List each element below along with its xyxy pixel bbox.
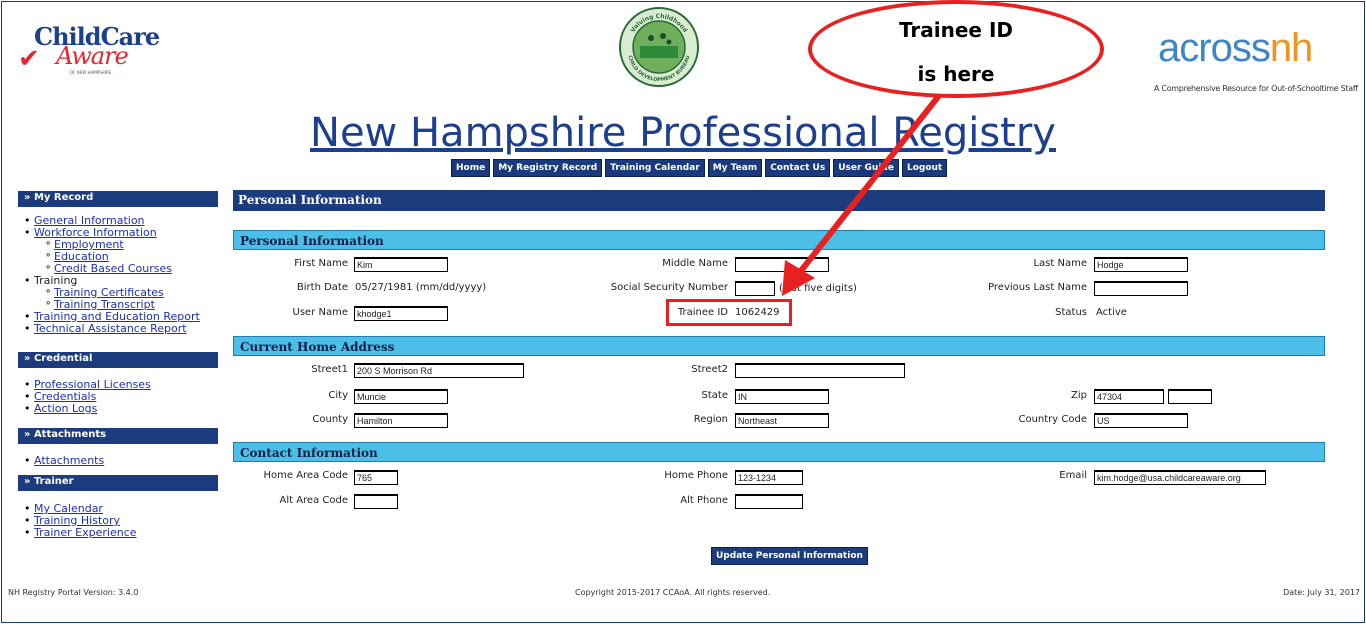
street2-field[interactable] bbox=[735, 363, 905, 378]
zip-label: Zip bbox=[1071, 390, 1087, 401]
site-title[interactable]: New Hampshire Professional Registry bbox=[0, 110, 1366, 156]
callout-line-1: Trainee ID bbox=[898, 18, 1014, 42]
trainee-id-highlight-box bbox=[666, 299, 792, 326]
status-value: Active bbox=[1096, 307, 1127, 318]
street1-field[interactable]: 200 S Morrison Rd bbox=[354, 363, 524, 378]
state-field[interactable]: IN bbox=[735, 389, 829, 404]
sidebar-my-record-list: General Information Workforce Informatio… bbox=[24, 215, 200, 336]
ssn-field[interactable] bbox=[735, 281, 775, 296]
status-label: Status bbox=[1055, 307, 1087, 318]
middle-name-field[interactable] bbox=[735, 257, 829, 272]
alt-phone-field[interactable] bbox=[735, 494, 803, 509]
alt-phone-label: Alt Phone bbox=[680, 495, 728, 506]
logo-subtitle: OF NEW HAMPSHIRE bbox=[70, 70, 112, 75]
region-label: Region bbox=[693, 414, 728, 425]
sidebar-credential-list: Professional Licenses Credentials Action… bbox=[24, 379, 151, 416]
user-name-label: User Name bbox=[292, 307, 348, 318]
previous-last-name-field[interactable] bbox=[1094, 281, 1188, 296]
alt-area-code-label: Alt Area Code bbox=[279, 495, 348, 506]
update-personal-information-button[interactable]: Update Personal Information bbox=[711, 547, 868, 565]
home-phone-label: Home Phone bbox=[664, 470, 728, 481]
top-navigation: Home My Registry Record Training Calenda… bbox=[451, 159, 948, 177]
street1-label: Street1 bbox=[311, 364, 348, 375]
last-name-label: Last Name bbox=[1033, 258, 1087, 269]
first-name-label: First Name bbox=[294, 258, 348, 269]
sidebar-heading-trainer: » Trainer bbox=[18, 475, 218, 491]
section-heading-personal: Personal Information bbox=[233, 230, 1325, 250]
footer-version: NH Registry Portal Version: 3.4.0 bbox=[8, 588, 139, 597]
acrossnh-logo[interactable]: acrossnh A Comprehensive Resource for Ou… bbox=[1150, 26, 1360, 93]
section-heading-contact: Contact Information bbox=[233, 442, 1325, 462]
nav-contact-us-button[interactable]: Contact Us bbox=[765, 159, 831, 177]
country-code-field[interactable]: US bbox=[1094, 413, 1188, 428]
email-label: Email bbox=[1059, 470, 1087, 481]
annotation-callout: Trainee ID is here bbox=[808, 0, 1104, 98]
logo-text-aware: Aware bbox=[56, 42, 129, 70]
nav-user-guide-button[interactable]: User Guide bbox=[833, 159, 899, 177]
sidebar-attachments-list: Attachments bbox=[24, 454, 104, 468]
sidebar-trainer-list: My Calendar Training History Trainer Exp… bbox=[24, 503, 137, 540]
city-label: City bbox=[328, 390, 348, 401]
previous-last-name-label: Previous Last Name bbox=[988, 282, 1087, 293]
acrossnh-wordmark: acrossnh bbox=[1158, 26, 1313, 70]
sidebar-heading-attachments: » Attachments bbox=[18, 428, 218, 444]
ssn-label: Social Security Number bbox=[610, 282, 728, 293]
section-heading-address: Current Home Address bbox=[233, 336, 1325, 356]
county-label: County bbox=[312, 414, 348, 425]
home-area-code-field[interactable]: 765 bbox=[354, 470, 398, 485]
home-area-code-label: Home Area Code bbox=[263, 470, 348, 481]
sidebar-item-technical-assistance-report[interactable]: Technical Assistance Report bbox=[34, 322, 187, 335]
city-field[interactable]: Muncie bbox=[354, 389, 448, 404]
street2-label: Street2 bbox=[691, 364, 728, 375]
last-name-field[interactable]: Hodge bbox=[1094, 257, 1188, 272]
nav-my-registry-record-button[interactable]: My Registry Record bbox=[493, 159, 603, 177]
alt-area-code-field[interactable] bbox=[354, 494, 398, 509]
child-development-bureau-seal: Valuing Childhood CHILD DEVELOPMENT BURE… bbox=[618, 6, 700, 88]
acrossnh-tagline: A Comprehensive Resource for Out-of-Scho… bbox=[1154, 84, 1358, 93]
sidebar-item-trainer-experience[interactable]: Trainer Experience bbox=[34, 526, 137, 539]
region-field[interactable]: Northeast bbox=[735, 413, 829, 428]
nav-my-team-button[interactable]: My Team bbox=[707, 159, 763, 177]
middle-name-label: Middle Name bbox=[662, 258, 728, 269]
childcare-aware-logo[interactable]: ✔ ChildCare Aware OF NEW HAMPSHIRE bbox=[18, 22, 160, 80]
sidebar-item-attachments[interactable]: Attachments bbox=[34, 454, 104, 467]
county-field[interactable]: Hamilton bbox=[354, 413, 448, 428]
birth-date-value: 05/27/1981 (mm/dd/yyyy) bbox=[355, 282, 487, 293]
ssn-hint: (last five digits) bbox=[779, 283, 857, 294]
callout-line-2: is here bbox=[917, 62, 995, 86]
zip-extension-field[interactable] bbox=[1168, 389, 1212, 404]
nav-logout-button[interactable]: Logout bbox=[901, 159, 948, 177]
birth-date-label: Birth Date bbox=[296, 282, 348, 293]
footer-copyright: Copyright 2015-2017 CCAoA. All rights re… bbox=[575, 588, 771, 597]
country-code-label: Country Code bbox=[1018, 414, 1087, 425]
sidebar-heading-credential: » Credential bbox=[18, 352, 218, 368]
sidebar-heading-my-record: » My Record bbox=[18, 191, 218, 207]
first-name-field[interactable]: Kim bbox=[354, 257, 448, 272]
user-name-field[interactable]: khodge1 bbox=[354, 306, 448, 321]
home-phone-field[interactable]: 123-1234 bbox=[735, 470, 803, 485]
zip-field[interactable]: 47304 bbox=[1094, 389, 1164, 404]
state-label: State bbox=[701, 390, 728, 401]
footer-date: Date: July 31, 2017 bbox=[1283, 588, 1360, 597]
email-field[interactable]: kim.hodge@usa.childcareaware.org bbox=[1094, 470, 1266, 485]
sidebar-item-action-logs[interactable]: Action Logs bbox=[34, 402, 97, 415]
nav-home-button[interactable]: Home bbox=[451, 159, 491, 177]
page-title: Personal Information bbox=[233, 190, 1325, 211]
nav-training-calendar-button[interactable]: Training Calendar bbox=[605, 159, 705, 177]
